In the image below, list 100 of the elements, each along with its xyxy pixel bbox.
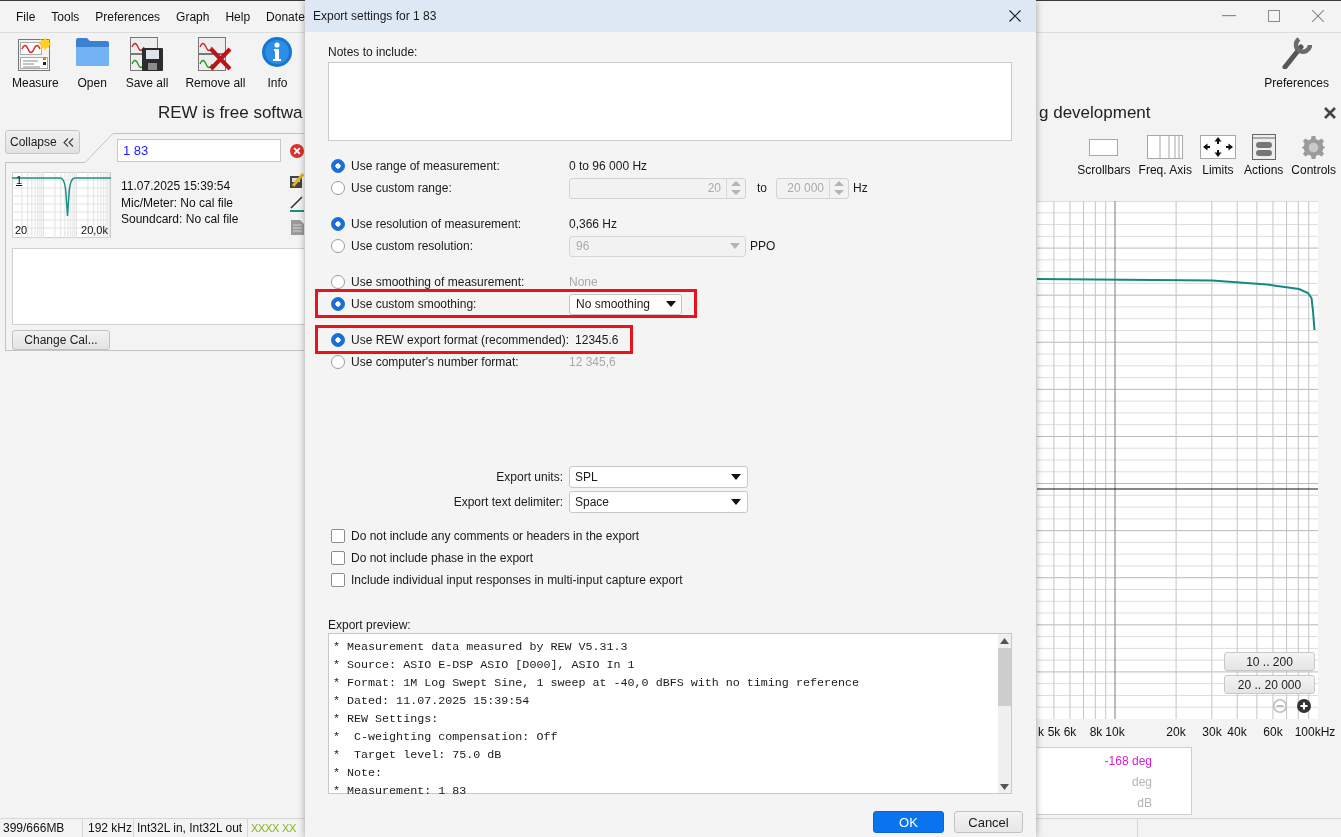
toolbar-button[interactable]: Remove all — [185, 33, 246, 90]
pen-icon[interactable] — [290, 196, 304, 212]
range-separator: to — [757, 181, 767, 195]
toolbar-button[interactable]: Scrollbars — [1077, 130, 1131, 182]
option-label: Use custom range: — [351, 181, 453, 195]
close-icon[interactable] — [1324, 107, 1336, 119]
axis-label: 20 — [15, 224, 28, 236]
axis-label: 40k — [1227, 725, 1247, 739]
preview-line: * REW Settings: — [333, 712, 439, 726]
option-label: Use range of measurement: — [351, 159, 501, 173]
scroll-down-icon[interactable] — [1000, 784, 1009, 790]
minimize-icon[interactable] — [1222, 15, 1236, 17]
menu-item[interactable]: File — [16, 9, 36, 25]
preview-field[interactable] — [328, 633, 1012, 794]
level-meter-text: XXXX XX — [251, 822, 296, 834]
field-label: Notes to include: — [328, 44, 418, 60]
collapse-button[interactable]: Collapse — [5, 130, 80, 154]
preview-line: * Measurement data measured by REW V5.31.3 — [333, 640, 628, 654]
document-icon[interactable] — [291, 220, 304, 235]
toolbar-button[interactable]: Freq. Axis — [1138, 130, 1192, 182]
dialog-button[interactable]: OK — [873, 811, 944, 833]
readout-value: -168 deg — [1104, 753, 1152, 770]
wrench-icon — [1281, 37, 1312, 69]
preview-line: * C-weighting compensation: Off — [333, 730, 558, 744]
scrollbar-thumb[interactable] — [998, 648, 1011, 706]
axis-label: 10k — [1105, 725, 1125, 739]
toolbar-button[interactable]: Info — [262, 33, 293, 90]
clear-icon[interactable] — [290, 144, 304, 158]
change-cal-button[interactable]: Change Cal... — [12, 329, 110, 350]
preview-line: * Target level: 75.0 dB — [333, 748, 502, 762]
measurement-date: 11.07.2025 15:39:54 — [121, 178, 232, 195]
info-icon — [262, 37, 293, 67]
axis-label: 20,0k — [81, 224, 108, 236]
cross-panel-icon — [198, 37, 233, 71]
option-value: None — [569, 275, 598, 289]
preview-line: * Format: 1M Log Swept Sine, 1 sweep at -40,0 dBFS with no timing reference — [333, 676, 860, 690]
toolbar-button[interactable]: Save all — [125, 33, 169, 90]
checkbox[interactable] — [331, 573, 345, 587]
close-icon[interactable] — [1009, 10, 1021, 22]
toolbar-button[interactable]: Preferences — [1264, 33, 1329, 90]
menu-item[interactable]: Tools — [51, 9, 80, 25]
four-arrows-icon — [1199, 135, 1236, 159]
scrollbar[interactable] — [998, 634, 1011, 793]
checkbox[interactable] — [331, 551, 345, 565]
zoom-in-icon[interactable] — [1297, 699, 1311, 713]
axis-label: 30k — [1202, 725, 1222, 739]
dropdown[interactable]: SPL — [569, 466, 748, 488]
menu-item[interactable]: Help — [225, 9, 251, 25]
range-button[interactable]: 20 .. 20 000 — [1224, 675, 1315, 694]
option-label: Use custom smoothing: — [351, 297, 478, 311]
preview-line: * Measurement: 1 83 — [333, 784, 467, 798]
option-label: Use REW export format (recommended): — [351, 333, 570, 347]
vertical-lines-icon — [1147, 135, 1184, 159]
menu-item[interactable]: Preferences — [95, 9, 161, 25]
graph-plot-area[interactable]: 10 .. 200 20 .. 20 000 — [1037, 201, 1318, 719]
toolbar-button[interactable]: Limits — [1199, 130, 1236, 182]
checkbox-label: Do not include any comments or headers in the export — [351, 529, 640, 543]
radio-button[interactable] — [331, 333, 345, 347]
radio-button[interactable] — [331, 159, 345, 173]
option-value: 0 to 96 000 Hz — [569, 159, 648, 173]
option-value: 12 345,6 — [569, 355, 616, 369]
thumbnail-plot[interactable]: 1 20 20,0k — [12, 172, 111, 238]
checkbox[interactable] — [331, 529, 345, 543]
dialog-title: Export settings for 1 83 — [313, 9, 437, 23]
rectangle-icon — [1089, 138, 1119, 156]
filter-field[interactable]: 1 83 — [117, 139, 281, 162]
dialog-button[interactable]: Cancel — [954, 811, 1023, 833]
axis-label: 100kHz — [1294, 725, 1336, 739]
maximize-icon[interactable] — [1268, 10, 1280, 22]
field-label: Export text delimiter: — [452, 495, 563, 509]
toolbar-button[interactable]: Actions — [1243, 130, 1284, 182]
dropdown[interactable]: No smoothing — [569, 293, 682, 315]
radio-button[interactable] — [331, 297, 345, 311]
option-label: Use computer's number format: — [351, 355, 520, 369]
toolbar-button[interactable]: Controls — [1291, 130, 1336, 182]
preview-line: * Source: ASIO E-DSP ASIO [D000], ASIO In 1 — [333, 658, 635, 672]
caret-icon — [731, 499, 741, 505]
menu-item[interactable]: Graph — [176, 9, 210, 25]
dropdown[interactable]: Space — [569, 491, 748, 513]
option-value: 0,366 Hz — [569, 217, 618, 231]
toolbar-button[interactable]: Measure — [12, 33, 59, 90]
checkbox-label: Do not include phase in the export — [351, 551, 534, 565]
notes-field[interactable] — [328, 62, 1012, 141]
notes-field[interactable] — [12, 247, 304, 325]
status-text: 399/666MB — [3, 821, 65, 835]
radio-button[interactable] — [331, 217, 345, 231]
banner-text: REW is free softwa — [158, 102, 303, 123]
double-chevron-icon — [62, 137, 74, 147]
axis-label: 60k — [1263, 725, 1283, 739]
option-label: Use resolution of measurement: — [351, 217, 523, 231]
measurement-info: Mic/Meter: No cal file — [121, 194, 235, 211]
scroll-up-icon[interactable] — [1000, 638, 1009, 644]
range-button[interactable]: 10 .. 200 — [1224, 652, 1315, 671]
toolbar-button[interactable]: Open — [75, 33, 109, 90]
option-label: Use smoothing of measurement: — [351, 275, 526, 289]
checkbox-label: Include individual input responses in multi-input capture export — [351, 573, 683, 587]
floppy-disk-icon — [130, 37, 165, 71]
menu-item[interactable]: Donate — [266, 9, 305, 25]
field-label: Export units: — [495, 470, 563, 484]
axis-label: 8k — [1089, 725, 1103, 739]
